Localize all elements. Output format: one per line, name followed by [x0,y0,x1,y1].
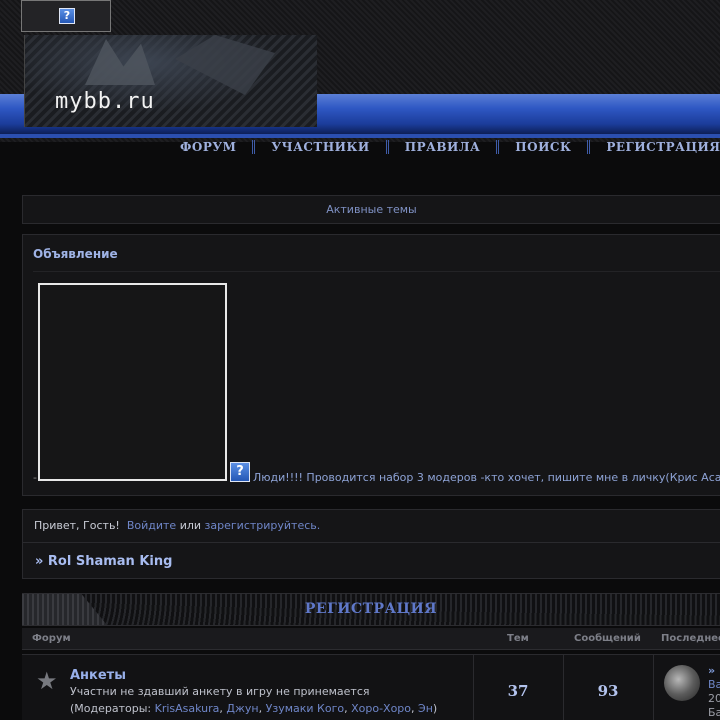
broken-image-icon: ? [230,462,250,482]
announcement-image [38,283,227,481]
divider [23,542,720,543]
logo-art-shape [85,39,155,85]
announcement-text: Люди!!!! Проводится набор 3 модеров -кто… [253,471,720,484]
forum-row: ★ Анкеты Участни не здавший анкету в игр… [22,654,720,720]
nav-forum[interactable]: ФОРУМ [180,140,256,154]
topics-count: 37 [507,682,529,700]
divider [33,271,720,272]
guest-greeting: Привет, Гость! [34,519,120,532]
forum-name-link[interactable]: » Rol Shaman King [35,554,172,569]
posts-count: 93 [597,682,619,700]
last-post-date: 20 [708,692,720,705]
last-post-info: » Ва 20 Ба [708,664,720,720]
top-broken-image: ? [21,0,111,32]
mods-prefix: (Модераторы: [70,702,155,715]
last-post-link[interactable]: » [708,664,720,678]
announcement-panel: Объявление - ? Люди!!!! Проводится набор… [22,234,720,496]
logo-text: mybb.ru [55,89,155,114]
announcement-dash: - [33,471,37,484]
column-divider [653,655,654,720]
moderator-link[interactable]: Джун [226,702,258,715]
guest-greeting-line: Привет, Гость! Войдите или зарегистрируй… [34,519,320,532]
mods-suffix: ) [432,702,438,715]
moderator-link[interactable]: Хоро-Хоро [351,702,411,715]
nav-members[interactable]: УЧАСТНИКИ [255,140,389,154]
login-link[interactable]: Войдите [127,519,176,532]
forum-description: Участни не здавший анкету в игру не прин… [70,685,370,698]
broken-image-icon: ? [59,8,75,24]
main-nav: ФОРУМ УЧАСТНИКИ ПРАВИЛА ПОИСК РЕГИСТРАЦИ… [180,138,720,156]
nav-search[interactable]: ПОИСК [499,140,591,154]
moderator-link[interactable]: KrisAsakura [155,702,220,715]
nav-register[interactable]: РЕГИСТРАЦИЯ [590,140,720,154]
guest-or: или [179,519,202,532]
site-logo[interactable]: mybb.ru [24,35,317,127]
last-post-topic[interactable]: Ва [708,678,720,692]
star-icon: ★ [36,667,58,695]
forum-moderators: (Модераторы: KrisAsakura, Джун, Узумаки … [70,702,438,715]
col-forum: Форум [32,633,71,644]
guest-panel: Привет, Гость! Войдите или зарегистрируй… [22,509,720,579]
category-title[interactable]: РЕГИСТРАЦИЯ [22,594,720,625]
moderator-link[interactable]: Узумаки Кого [266,702,344,715]
register-link[interactable]: зарегистрируйтесь. [205,519,321,532]
logo-art-shape [175,35,275,95]
forum-title-link[interactable]: Анкеты [70,668,126,683]
avatar[interactable] [664,665,700,701]
announcement-title: Объявление [33,247,118,261]
col-topics: Тем [507,633,529,644]
category-header: РЕГИСТРАЦИЯ [22,593,720,626]
table-header: Форум Тем Сообщений Последнее [22,628,720,650]
col-posts: Сообщений [574,633,641,644]
nav-rules[interactable]: ПРАВИЛА [389,140,500,154]
last-post-author: Ба [708,706,720,719]
moderator-link[interactable]: Эн [418,702,433,715]
active-topics-link[interactable]: Активные темы [22,195,720,224]
col-last: Последнее [661,633,720,644]
